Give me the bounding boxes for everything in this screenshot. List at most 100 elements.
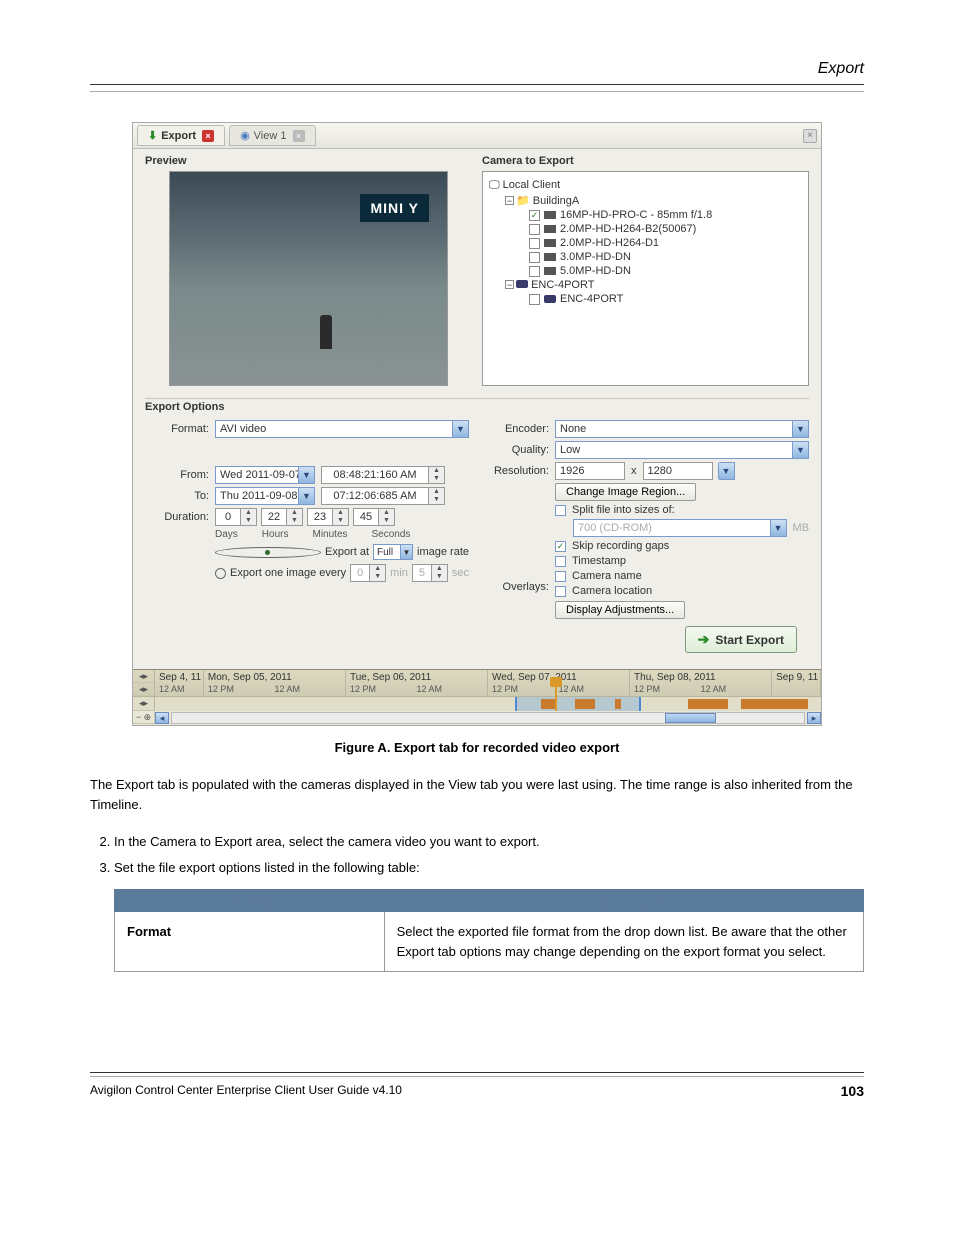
close-icon[interactable]: × (293, 130, 305, 142)
export-options-title: Export Options (145, 398, 809, 413)
tree-camera[interactable]: 3.0MP-HD-DN (489, 250, 802, 264)
radio-icon[interactable] (215, 547, 321, 558)
timeline-controls[interactable]: ◂▸ (133, 697, 155, 711)
timeline-day[interactable]: Tue, Sep 06, 201112 PM12 AM (346, 670, 488, 696)
checkbox-icon[interactable] (555, 505, 566, 516)
encoder-select[interactable]: None▼ (555, 420, 809, 438)
checkbox-icon[interactable]: ✓ (529, 210, 540, 221)
timeline-track[interactable] (155, 697, 821, 711)
scroll-right-icon[interactable]: ▸ (807, 712, 821, 724)
arrow-right-icon: ➔ (698, 631, 710, 648)
tree-root[interactable]: 🖵 Local Client (489, 178, 802, 193)
playhead-icon[interactable] (555, 683, 557, 711)
tree-camera[interactable]: 2.0MP-HD-H264-D1 (489, 236, 802, 250)
timeline-day[interactable]: Thu, Sep 08, 201112 PM12 AM (630, 670, 772, 696)
hours-input[interactable]: 22▲▼ (261, 508, 303, 526)
from-time-input[interactable]: 08:48:21:160 AM▲▼ (321, 466, 445, 484)
res-preset-select[interactable]: ▼ (719, 462, 735, 480)
seconds-input[interactable]: 45▲▼ (353, 508, 395, 526)
checkbox-icon[interactable] (529, 252, 540, 263)
encoder-icon (516, 280, 528, 288)
export-one-radio[interactable]: Export one image every 0▲▼ min 5▲▼ sec (215, 564, 469, 582)
display-adjustments-button[interactable]: Display Adjustments... (555, 601, 685, 619)
timeline-day[interactable]: Sep 4, 1112 AM (155, 670, 204, 696)
checkbox-icon[interactable] (529, 224, 540, 235)
zoom-controls[interactable]: − ⊕ (133, 712, 155, 724)
spinner-icon[interactable]: ▲▼ (287, 508, 303, 526)
format-select[interactable]: AVI video▼ (215, 420, 469, 438)
spinner-icon[interactable]: ▲▼ (429, 487, 445, 505)
chevron-down-icon[interactable]: ▼ (718, 463, 734, 479)
resolution-label: Resolution: (485, 465, 549, 477)
spinner-icon[interactable]: ▲▼ (241, 508, 257, 526)
checkbox-icon[interactable] (529, 294, 540, 305)
col-options: Options (115, 890, 385, 912)
instruction-list: In the Camera to Export area, select the… (90, 832, 864, 972)
scrollbar-thumb[interactable] (665, 713, 716, 723)
export-at-select[interactable]: Full▼ (373, 544, 413, 560)
chevron-down-icon[interactable]: ▼ (792, 442, 808, 458)
camera-icon (544, 211, 556, 219)
checkbox-icon[interactable] (529, 266, 540, 277)
from-date-select[interactable]: Wed 2011-09-07▼ (215, 466, 315, 484)
tab-export[interactable]: ⬇ Export × (137, 125, 225, 146)
overlays-label: Overlays: (485, 581, 549, 593)
list-item: In the Camera to Export area, select the… (114, 832, 864, 852)
minutes-input[interactable]: 23▲▼ (307, 508, 349, 526)
start-export-button[interactable]: ➔ Start Export (685, 626, 797, 653)
to-time-input[interactable]: 07:12:06:685 AM▲▼ (321, 487, 445, 505)
chevron-down-icon[interactable]: ▼ (792, 421, 808, 437)
scroll-left-icon[interactable]: ◂ (155, 712, 169, 724)
export-at-radio[interactable]: Export at Full▼ image rate (215, 544, 469, 560)
chevron-down-icon[interactable]: ▼ (298, 488, 314, 504)
checkbox-icon[interactable] (555, 556, 566, 567)
tab-view1[interactable]: ◉ View 1 × (229, 125, 315, 146)
timeline-day[interactable]: Sep 9, 11 (772, 670, 821, 696)
tree-site[interactable]: −📁 BuildingA (489, 193, 802, 208)
days-input[interactable]: 0▲▼ (215, 508, 257, 526)
quality-select[interactable]: Low▼ (555, 441, 809, 459)
timeline-day[interactable]: Mon, Sep 05, 201112 PM12 AM (204, 670, 346, 696)
spinner-icon[interactable]: ▲▼ (429, 466, 445, 484)
timeline-scrollbar[interactable] (171, 712, 805, 724)
figure-caption: Figure A. Export tab for recorded video … (132, 740, 822, 755)
tree-camera[interactable]: 5.0MP-HD-DN (489, 264, 802, 278)
zoom-icon[interactable]: − ⊕ (133, 712, 154, 724)
tree-camera[interactable]: 2.0MP-HD-H264-B2(50067) (489, 222, 802, 236)
chevron-down-icon[interactable]: ▼ (400, 545, 412, 559)
preview-video: MINI Y (169, 171, 448, 386)
header-subrule (90, 91, 864, 92)
close-all-icon[interactable]: × (803, 129, 817, 143)
checkbox-icon[interactable] (529, 238, 540, 249)
radio-icon[interactable] (215, 568, 226, 579)
checkbox-icon[interactable] (555, 571, 566, 582)
camera-tree[interactable]: 🖵 Local Client −📁 BuildingA ✓16MP-HD-PRO… (482, 171, 809, 386)
to-date-select[interactable]: Thu 2011-09-08▼ (215, 487, 315, 505)
table-row: Format Select the exported file format f… (115, 912, 864, 972)
timeline[interactable]: ◂▸ ◂▸ Sep 4, 1112 AM Mon, Sep 05, 201112… (133, 669, 821, 725)
chevron-down-icon[interactable]: ▼ (452, 421, 468, 437)
checkbox-icon[interactable]: ✓ (555, 541, 566, 552)
tree-encoder-child[interactable]: ENC-4PORT (489, 292, 802, 306)
spinner-icon[interactable]: ▲▼ (379, 508, 395, 526)
play-controls-icon[interactable]: ◂▸ (133, 697, 154, 711)
change-image-region-button[interactable]: Change Image Region... (555, 483, 696, 501)
close-icon[interactable]: × (202, 130, 214, 142)
res-height-input[interactable]: 1280 (643, 462, 713, 480)
play-controls-icon[interactable]: ◂▸ (133, 670, 154, 683)
tree-encoder[interactable]: − ENC-4PORT (489, 278, 802, 292)
col-description: Description (384, 890, 863, 912)
recording-segment (575, 699, 595, 709)
duration-units: DaysHoursMinutesSeconds (215, 529, 469, 540)
split-size-select: 700 (CD-ROM)▼ (573, 519, 787, 537)
res-width-input[interactable]: 1926 (555, 462, 625, 480)
timeline-controls[interactable]: ◂▸ ◂▸ (133, 670, 155, 696)
cell-option: Format (115, 912, 385, 972)
format-label: Format: (145, 423, 209, 435)
tree-camera[interactable]: ✓16MP-HD-PRO-C - 85mm f/1.8 (489, 208, 802, 222)
step-controls-icon[interactable]: ◂▸ (133, 683, 154, 696)
chevron-down-icon[interactable]: ▼ (298, 467, 314, 483)
chevron-down-icon: ▼ (770, 520, 786, 536)
spinner-icon[interactable]: ▲▼ (333, 508, 349, 526)
checkbox-icon[interactable] (555, 586, 566, 597)
